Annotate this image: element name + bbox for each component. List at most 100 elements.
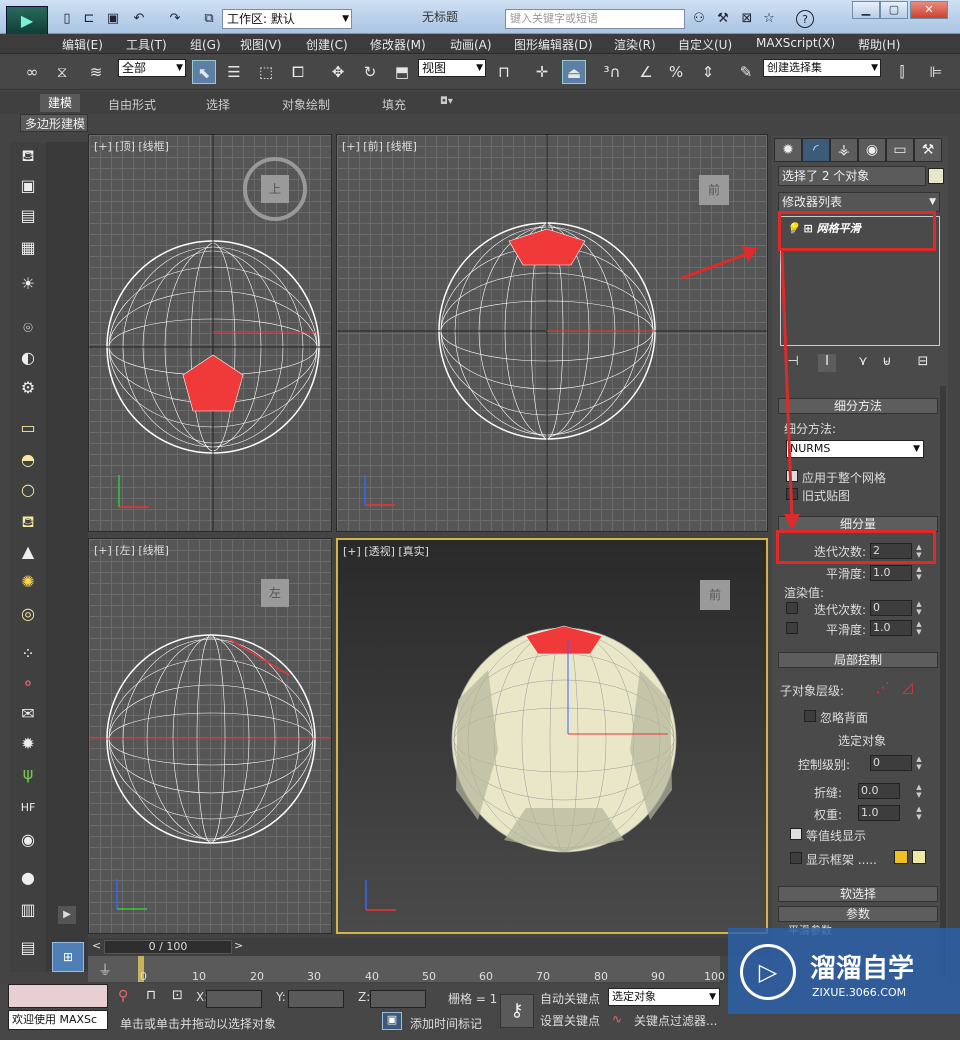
cone-icon[interactable]: ▲ xyxy=(14,538,42,566)
spinner-arrows-icon[interactable]: ▲ ▼ xyxy=(914,620,924,636)
viewport-top[interactable]: [+] [顶] [线框] 上 xyxy=(88,134,332,532)
camera-icon[interactable]: ⌾ xyxy=(14,314,42,342)
edit-named-sel-icon[interactable]: ✎ xyxy=(734,60,758,84)
ref-coord-dropdown[interactable]: 视图 ▼ xyxy=(418,59,486,77)
manipulate-icon[interactable]: ✛ xyxy=(530,60,554,84)
menu-tools[interactable]: 工具(T) xyxy=(126,36,167,53)
teapot-icon[interactable]: ⛾ xyxy=(14,142,42,170)
grass-icon[interactable]: ψ xyxy=(14,760,42,788)
cage-color-swatch-2[interactable] xyxy=(912,850,926,864)
align-icon[interactable]: ⊫ xyxy=(924,60,948,84)
x-coord-field[interactable] xyxy=(206,990,262,1008)
configure-sets-icon[interactable]: ⊟ xyxy=(914,354,932,372)
crease-spinner[interactable]: 0.0 xyxy=(858,783,900,799)
subdiv-method-dropdown[interactable]: NURMS ▼ xyxy=(786,440,924,458)
light-icon[interactable]: ☀ xyxy=(14,270,42,298)
menu-rendering[interactable]: 渲染(R) xyxy=(614,36,656,53)
teapot-shape-icon[interactable]: ⛾ xyxy=(14,508,42,536)
track-bar-icon[interactable]: ⏚ xyxy=(98,960,112,980)
maximize-button[interactable]: ▢ xyxy=(880,1,908,19)
save-icon[interactable]: ▣ xyxy=(104,10,122,28)
set-key-button[interactable]: 设置关键点 xyxy=(540,1012,600,1029)
search-input[interactable]: 键入关键字或短语 xyxy=(505,9,685,29)
selection-lock-icon[interactable]: ⊡ xyxy=(172,988,183,1003)
scale-icon[interactable]: ⬒ xyxy=(390,60,414,84)
create-tab-icon[interactable]: ✹ xyxy=(774,138,802,162)
spinner-arrows-icon[interactable]: ▲ ▼ xyxy=(914,600,924,616)
spinner-arrows-icon[interactable]: ▲ ▼ xyxy=(914,755,924,771)
viewport-layout-icon[interactable]: ⊞ xyxy=(52,942,84,972)
tab-selection[interactable]: 选择 xyxy=(206,96,230,113)
rollout-soft-selection[interactable]: 软选择 xyxy=(778,886,938,902)
menu-create[interactable]: 创建(C) xyxy=(306,36,348,53)
scene-explorer-icon[interactable]: ▦ xyxy=(14,234,42,262)
envelope-icon[interactable]: ✉ xyxy=(14,700,42,728)
torus-icon[interactable]: ◎ xyxy=(14,600,42,628)
modifier-list-dropdown[interactable]: 修改器列表 ▼ xyxy=(778,192,940,212)
viewport-perspective[interactable]: [+] [透视] [真实] 前 xyxy=(336,538,768,934)
prev-frame-icon[interactable]: < xyxy=(92,939,101,952)
spinner-snap-icon[interactable]: ⇕ xyxy=(696,60,720,84)
smoothness-spinner[interactable]: 1.0 xyxy=(870,565,912,581)
menu-graph-editors[interactable]: 图形编辑器(D) xyxy=(514,36,593,53)
hemisphere-icon[interactable]: ◓ xyxy=(14,446,42,474)
app-logo-icon[interactable]: ▶ xyxy=(6,6,48,36)
snap-3-icon[interactable]: ³∩ xyxy=(600,60,624,84)
menu-animation[interactable]: 动画(A) xyxy=(450,36,492,53)
time-slider-thumb[interactable]: 0 / 100 xyxy=(104,940,232,954)
vertex-icon[interactable]: ⋰ xyxy=(876,680,890,696)
bind-spacewarp-icon[interactable]: ≋ xyxy=(84,60,108,84)
viewport-left[interactable]: [+] [左] [线框] 左 xyxy=(88,538,332,934)
select-by-name-icon[interactable]: ☰ xyxy=(222,60,246,84)
add-time-tag-label[interactable]: 添加时间标记 xyxy=(410,1015,482,1032)
named-selection-dropdown[interactable]: 创建选择集 ▼ xyxy=(763,59,881,77)
mirror-icon[interactable]: ⫿ xyxy=(890,60,914,84)
close-button[interactable]: ✕ xyxy=(910,1,948,19)
spinner-arrows-icon[interactable]: ▲ ▼ xyxy=(914,783,924,799)
window-crossing-icon[interactable]: ⧠ xyxy=(286,60,310,84)
make-unique-icon[interactable]: ⋎ xyxy=(854,354,872,372)
ribbon-sub-tab[interactable]: 多边形建模 xyxy=(20,114,88,132)
key-filters-button[interactable]: 关键点过滤器... xyxy=(634,1012,717,1029)
rollout-parameters[interactable]: 参数 xyxy=(778,906,938,922)
move-icon[interactable]: ✥ xyxy=(326,60,350,84)
shell-icon[interactable]: ◉ xyxy=(14,826,42,854)
tab-populate[interactable]: 填充 xyxy=(382,96,406,113)
y-coord-field[interactable] xyxy=(288,990,344,1008)
redo-icon[interactable]: ↷ xyxy=(166,10,184,28)
rect-select-icon[interactable]: ⬚ xyxy=(254,60,278,84)
palette-icon[interactable]: ▥ xyxy=(14,896,42,924)
gear-icon[interactable]: ✹ xyxy=(14,730,42,758)
viewport-front[interactable]: [+] [前] [线框] 前 xyxy=(336,134,768,532)
project-icon[interactable]: ⧉ xyxy=(200,10,218,28)
render-smooth-checkbox[interactable] xyxy=(786,622,798,634)
percent-snap-icon[interactable]: % xyxy=(664,60,688,84)
panel-scrollbar[interactable] xyxy=(940,386,946,976)
menu-modifiers[interactable]: 修改器(M) xyxy=(370,36,426,53)
motion-tab-icon[interactable]: ◉ xyxy=(858,138,886,162)
isoline-checkbox[interactable] xyxy=(790,828,802,840)
tools-icon[interactable]: ⚒ xyxy=(714,10,732,28)
spinner-arrows-icon[interactable]: ▲ ▼ xyxy=(914,565,924,581)
sphere-blue-icon[interactable]: ● xyxy=(14,864,42,892)
maxscript-listener[interactable] xyxy=(8,984,108,1008)
community-icon[interactable]: ⊠ xyxy=(738,10,756,28)
menu-group[interactable]: 组(G) xyxy=(190,36,221,53)
new-file-icon[interactable]: ▯ xyxy=(58,10,76,28)
select-object-icon[interactable]: ⬉ xyxy=(192,60,216,84)
tab-freeform[interactable]: 自由形式 xyxy=(108,96,156,113)
minimize-button[interactable]: ▁ xyxy=(852,1,880,19)
molecule-icon[interactable]: ⚬ xyxy=(14,670,42,698)
sphere-icon[interactable]: ○ xyxy=(14,476,42,504)
menu-edit[interactable]: 编辑(E) xyxy=(62,36,103,53)
pin-icon[interactable]: ⚲ xyxy=(118,988,128,1004)
menu-maxscript[interactable]: MAXScript(X) xyxy=(756,36,835,50)
open-file-icon[interactable]: ⊏ xyxy=(80,10,98,28)
spinner-arrows-icon[interactable]: ▲ ▼ xyxy=(914,805,924,821)
doc-icon[interactable]: ▤ xyxy=(14,934,42,962)
undo-icon[interactable]: ↶ xyxy=(130,10,148,28)
rollout-local-control[interactable]: 局部控制 xyxy=(778,652,938,668)
next-frame-icon[interactable]: > xyxy=(234,939,243,952)
maxscript-mini-listener[interactable]: 欢迎使用 MAXSc xyxy=(8,1010,108,1030)
render-iter-checkbox[interactable] xyxy=(786,602,798,614)
